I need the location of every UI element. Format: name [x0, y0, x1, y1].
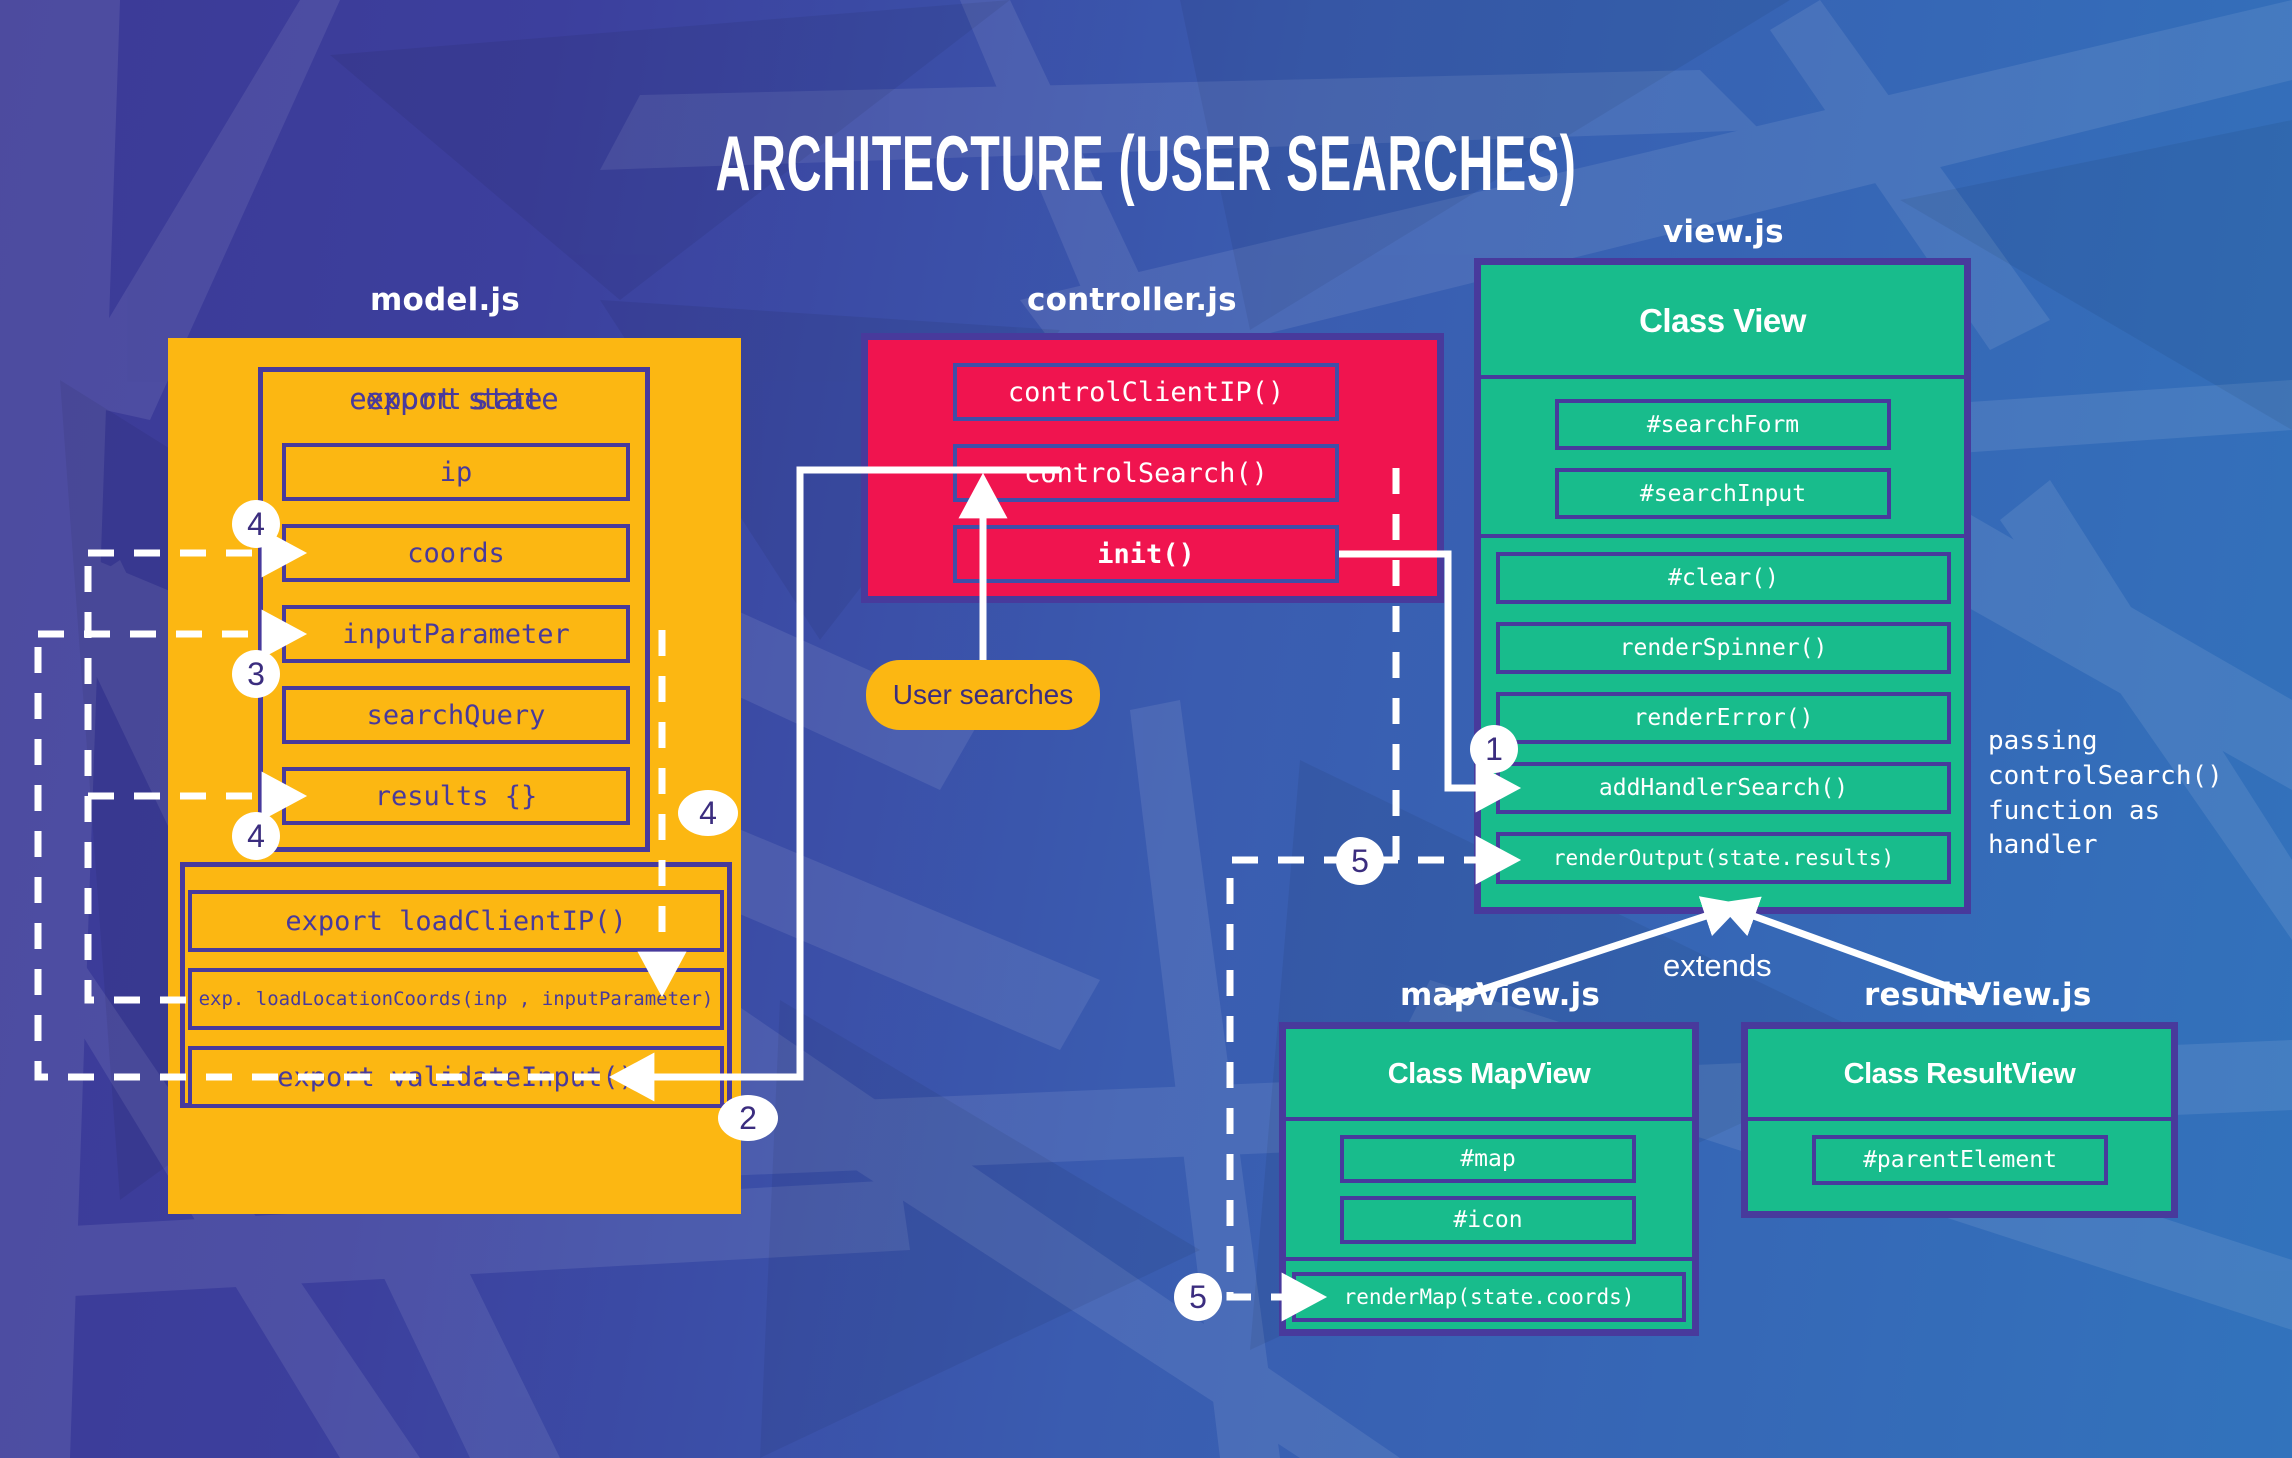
step-badge-2: 2 [718, 1095, 778, 1141]
mapview-divider-1 [1286, 1117, 1692, 1121]
state-field-coords[interactable]: coords [282, 524, 630, 582]
model-label: model.js [370, 282, 520, 318]
extends-label: extends [1663, 948, 1772, 983]
fn-control-client-ip[interactable]: controlClientIP() [953, 363, 1339, 421]
view-method-add-handler-search[interactable]: addHandlerSearch() [1496, 762, 1951, 814]
view-label: view.js [1663, 214, 1784, 250]
view-method-render-error[interactable]: renderError() [1496, 692, 1951, 744]
page-title: ARCHITECTURE (USER SEARCHES) [715, 119, 1577, 207]
fn-load-client-ip[interactable]: export loadClientIP() [188, 890, 724, 952]
view-field-searchinput[interactable]: #searchInput [1555, 468, 1891, 519]
view-method-render-spinner[interactable]: renderSpinner() [1496, 622, 1951, 674]
step-badge-3: 3 [232, 650, 280, 698]
fn-validate-input[interactable]: export validateInput() [188, 1046, 724, 1108]
state-field-ip[interactable]: ip [282, 443, 630, 501]
mapview-field-icon[interactable]: #icon [1340, 1196, 1636, 1244]
step-badge-4a: 4 [232, 500, 280, 548]
mapview-class-name: Class MapView [1292, 1035, 1686, 1113]
state-field-searchquery[interactable]: searchQuery [282, 686, 630, 744]
handler-note: passing controlSearch() function as hand… [1988, 726, 2223, 861]
controller-label: controller.js [1027, 282, 1237, 318]
view-divider-2 [1481, 534, 1964, 538]
step-badge-4c: 4 [678, 790, 738, 836]
mapview-method-render-map[interactable]: renderMap(state.coords) [1292, 1272, 1686, 1322]
mapview-label: mapView.js [1400, 977, 1601, 1013]
fn-load-location-coords[interactable]: exp. loadLocationCoords(inp , inputParam… [188, 968, 724, 1030]
step-badge-5a: 5 [1336, 837, 1384, 885]
step-badge-5b: 5 [1174, 1273, 1222, 1321]
step-badge-1: 1 [1470, 725, 1518, 773]
view-field-searchform[interactable]: #searchForm [1555, 399, 1891, 450]
view-divider-1 [1481, 375, 1964, 379]
state-field-inputparameter[interactable]: inputParameter [282, 605, 630, 663]
user-searches-trigger[interactable]: User searches [866, 660, 1100, 730]
view-method-clear[interactable]: #clear() [1496, 552, 1951, 604]
resultview-class-name: Class ResultView [1754, 1035, 2165, 1113]
view-method-render-output[interactable]: renderOutput(state.results) [1496, 832, 1951, 884]
step-badge-4b: 4 [232, 812, 280, 860]
resultview-field-parentelement[interactable]: #parentElement [1812, 1135, 2108, 1185]
mapview-field-map[interactable]: #map [1340, 1135, 1636, 1183]
fn-init[interactable]: init() [953, 525, 1339, 583]
resultview-label: resultView.js [1864, 977, 2092, 1013]
diagram-canvas: ARCHITECTURE (USER SEARCHES) model.js ex… [0, 0, 2292, 1458]
state-field-results[interactable]: results {} [282, 767, 630, 825]
export-state-heading: export state [349, 382, 559, 416]
fn-control-search[interactable]: controlSearch() [953, 444, 1339, 502]
mapview-divider-2 [1286, 1257, 1692, 1261]
resultview-divider-1 [1748, 1117, 2171, 1121]
view-class-name: Class View [1489, 272, 1956, 370]
